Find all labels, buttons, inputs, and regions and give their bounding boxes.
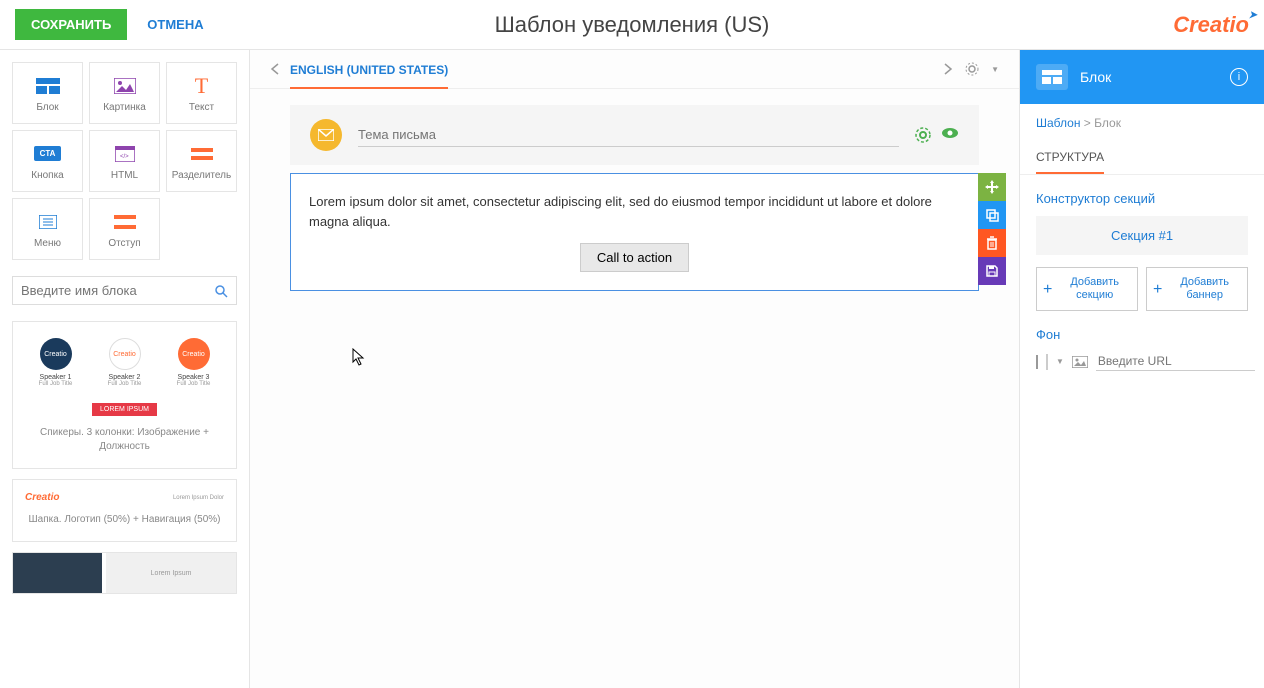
- lorem-text: Lorem ipsum dolor sit amet, consectetur …: [309, 192, 960, 231]
- color-dropdown-icon[interactable]: ▼: [1056, 357, 1064, 366]
- block-icon: [36, 74, 60, 98]
- search-icon[interactable]: [214, 284, 228, 298]
- logo: Creatio➤: [1173, 12, 1249, 38]
- search-input[interactable]: [21, 283, 214, 298]
- tool-html[interactable]: </> HTML: [89, 130, 160, 192]
- lang-prev-button[interactable]: [270, 62, 280, 76]
- save-button[interactable]: СОХРАНИТЬ: [15, 9, 127, 40]
- preview-header-nav: Lorem Ipsum Dolor: [173, 495, 224, 501]
- block-caption: Шапка. Логотип (50%) + Навигация (50%): [21, 507, 228, 533]
- tool-menu[interactable]: Меню: [12, 198, 83, 260]
- bg-color-picker[interactable]: [1046, 354, 1048, 370]
- bg-image-icon[interactable]: [1072, 356, 1088, 368]
- footer-dark: [13, 553, 102, 593]
- bg-checkbox[interactable]: [1036, 355, 1038, 369]
- tool-button[interactable]: CTA Кнопка: [12, 130, 83, 192]
- image-icon: [114, 74, 136, 98]
- indent-icon: [114, 210, 136, 234]
- speaker-avatar-1: Creatio: [40, 338, 72, 370]
- center-panel: ENGLISH (UNITED STATES) ▼: [250, 50, 1019, 688]
- subject-input[interactable]: [358, 123, 899, 147]
- breadcrumb: Шаблон > Блок: [1020, 104, 1264, 142]
- delete-tool[interactable]: [978, 229, 1006, 257]
- tool-indent[interactable]: Отступ: [89, 198, 160, 260]
- tool-image[interactable]: Картинка: [89, 62, 160, 124]
- dropdown-caret-icon[interactable]: ▼: [991, 65, 999, 74]
- tool-divider[interactable]: Разделитель: [166, 130, 237, 192]
- move-tool[interactable]: [978, 173, 1006, 201]
- block-preview-speakers[interactable]: Creatio Speaker 1 Full Job Title Creatio…: [12, 321, 237, 469]
- block-header-title: Блок: [1080, 69, 1230, 85]
- preview-header-logo: Creatio: [25, 492, 59, 503]
- svg-text:</>: </>: [120, 154, 129, 160]
- button-icon: CTA: [34, 142, 62, 166]
- section-constructor-title: Конструктор секций: [1036, 191, 1248, 206]
- block-header-icon: [1036, 64, 1068, 90]
- footer-light: Lorem Ipsum: [106, 553, 236, 593]
- block-preview-header[interactable]: Creatio Lorem Ipsum Dolor Шапка. Логотип…: [12, 479, 237, 542]
- tab-structure[interactable]: СТРУКТУРА: [1036, 142, 1104, 174]
- tool-block[interactable]: Блок: [12, 62, 83, 124]
- speaker-avatar-3: Creatio: [178, 338, 210, 370]
- add-section-button[interactable]: +Добавить секцию: [1036, 267, 1138, 311]
- speaker-avatar-2: Creatio: [109, 338, 141, 370]
- tool-text[interactable]: T Текст: [166, 62, 237, 124]
- info-icon[interactable]: i: [1230, 68, 1248, 86]
- preview-eye-icon[interactable]: [941, 127, 959, 143]
- cta-button[interactable]: Call to action: [580, 243, 689, 272]
- content-block[interactable]: Lorem ipsum dolor sit amet, consectetur …: [290, 173, 979, 291]
- breadcrumb-template[interactable]: Шаблон: [1036, 116, 1080, 130]
- menu-icon: [39, 210, 57, 234]
- block-search[interactable]: [12, 276, 237, 305]
- right-panel: Блок i Шаблон > Блок СТРУКТУРА Конструкт…: [1019, 50, 1264, 688]
- cancel-button[interactable]: ОТМЕНА: [147, 17, 203, 32]
- section-1-item[interactable]: Секция #1: [1036, 216, 1248, 255]
- add-banner-button[interactable]: +Добавить баннер: [1146, 267, 1248, 311]
- page-title: Шаблон уведомления (US): [495, 12, 770, 38]
- block-caption: Спикеры. 3 колонки: Изображение + Должно…: [21, 420, 228, 460]
- bg-title: Фон: [1036, 327, 1248, 342]
- block-preview-footer[interactable]: Lorem Ipsum: [12, 552, 237, 594]
- save-tool[interactable]: [978, 257, 1006, 285]
- divider-icon: [191, 142, 213, 166]
- mail-icon: [310, 119, 342, 151]
- lorem-badge: LOREM IPSUM: [92, 403, 157, 416]
- subject-settings-icon[interactable]: [915, 127, 931, 143]
- settings-gear-icon[interactable]: [965, 62, 979, 76]
- text-icon: T: [195, 74, 208, 98]
- bg-url-input[interactable]: [1096, 352, 1255, 371]
- html-icon: </>: [115, 142, 135, 166]
- language-tab[interactable]: ENGLISH (UNITED STATES): [290, 63, 448, 89]
- left-panel: Блок Картинка T Текст CTA Кнопка: [0, 50, 250, 688]
- subject-bar: [290, 105, 979, 165]
- copy-tool[interactable]: [978, 201, 1006, 229]
- lang-next-button[interactable]: [943, 62, 953, 76]
- breadcrumb-current: Блок: [1094, 116, 1121, 130]
